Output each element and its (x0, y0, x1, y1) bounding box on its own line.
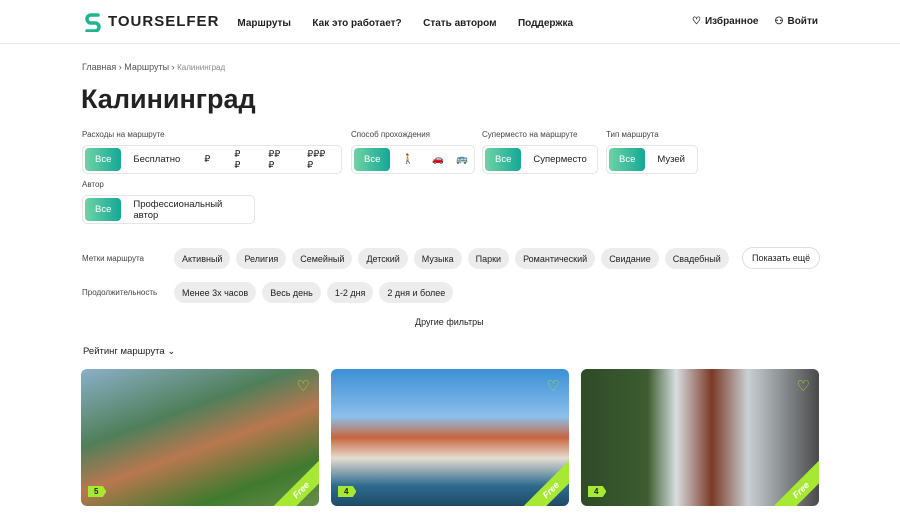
superplace-label: Суперместо на маршруте (482, 130, 578, 139)
author-all[interactable]: Все (85, 198, 122, 221)
route-card[interactable]: ♡ 4 Free (331, 369, 569, 506)
free-ribbon: Free (767, 456, 819, 506)
route-card[interactable]: ♡ 4 Free (581, 369, 819, 506)
cost-label: Расходы на маршруте (82, 130, 165, 139)
breadcrumb-routes[interactable]: Маршруты (124, 62, 169, 72)
login-label: Войти (787, 16, 818, 27)
breadcrumb-current: Калининград (177, 63, 226, 72)
nav-become-author[interactable]: Стать автором (423, 18, 496, 29)
favorite-heart-icon[interactable]: ♡ (797, 377, 810, 395)
mode-label: Способ прохождения (351, 130, 430, 139)
tags-label: Метки маршрута (82, 254, 144, 263)
tag-chip[interactable]: Свадебный (664, 248, 729, 269)
tag-chip[interactable]: Музыка (413, 248, 462, 269)
tag-chip[interactable]: Парки (467, 248, 510, 269)
logo-icon (85, 12, 101, 32)
heart-icon: ♡ (692, 16, 701, 27)
author-label: Автор (82, 180, 104, 189)
car-icon[interactable]: 🚗 (426, 148, 450, 171)
duration-row: Продолжительность Менее 3х часов Весь де… (82, 282, 459, 303)
cost-1[interactable]: ₽ (192, 148, 222, 171)
tag-chip[interactable]: Свидание (601, 248, 659, 269)
favorite-heart-icon[interactable]: ♡ (297, 377, 310, 395)
superplace-all[interactable]: Все (485, 148, 522, 171)
sort-dropdown[interactable]: Рейтинг маршрута ⌄ (83, 346, 175, 357)
nav-support[interactable]: Поддержка (518, 18, 573, 29)
other-filters-button[interactable]: Другие фильтры (415, 317, 484, 327)
rating-badge: 5 (88, 486, 107, 497)
favorite-heart-icon[interactable]: ♡ (547, 377, 560, 395)
type-all[interactable]: Все (609, 148, 646, 171)
rating-badge: 4 (338, 486, 357, 497)
user-icon: ⚇ (774, 16, 784, 27)
superplace-filter: Суперместо на маршруте Все Суперместо (482, 130, 598, 174)
cost-all[interactable]: Все (85, 148, 122, 171)
free-ribbon: Free (267, 456, 319, 506)
mode-all[interactable]: Все (354, 148, 391, 171)
walk-icon[interactable]: 🚶 (390, 148, 426, 171)
duration-chip[interactable]: 1-2 дня (326, 282, 374, 303)
logo[interactable]: TOURSELFER (84, 12, 219, 32)
nav-how-it-works[interactable]: Как это работает? (312, 18, 401, 29)
type-museum[interactable]: Музей (645, 148, 697, 171)
author-filter: Автор Все Профессиональный автор (82, 180, 255, 224)
tag-chip[interactable]: Религия (236, 248, 287, 269)
bus-icon[interactable]: 🚌 (450, 148, 474, 171)
cost-free[interactable]: Бесплатно (121, 148, 192, 171)
duration-chip[interactable]: 2 дня и более (379, 282, 454, 303)
duration-chip[interactable]: Весь день (262, 282, 321, 303)
cost-4[interactable]: ₽₽₽₽ (295, 148, 339, 171)
superplace-option[interactable]: Суперместо (521, 148, 598, 171)
favorites-link[interactable]: ♡ Избранное (692, 16, 758, 27)
author-pro[interactable]: Профессиональный автор (121, 198, 252, 221)
cost-filter: Расходы на маршруте Все Бесплатно ₽ ₽₽ ₽… (82, 130, 342, 174)
cost-3[interactable]: ₽₽₽ (256, 148, 295, 171)
login-link[interactable]: ⚇ Войти (775, 16, 819, 27)
type-filter: Тип маршрута Все Музей (606, 130, 698, 174)
duration-chip[interactable]: Менее 3х часов (174, 282, 257, 303)
type-label: Тип маршрута (606, 130, 659, 139)
tag-chip[interactable]: Романтический (515, 248, 596, 269)
tag-chip[interactable]: Семейный (292, 248, 353, 269)
page-title: Калининград (81, 84, 256, 114)
header: TOURSELFER Маршруты Как это работает? Ст… (0, 0, 900, 44)
rating-badge: 4 (588, 486, 607, 497)
mode-filter: Способ прохождения Все 🚶 🚗 🚌 (351, 130, 475, 174)
favorites-label: Избранное (704, 16, 759, 27)
duration-label: Продолжительность (82, 288, 158, 297)
show-more-button[interactable]: Показать ещё (742, 247, 821, 269)
tags-row: Метки маршрута Активный Религия Семейный… (82, 248, 735, 269)
logo-text: TOURSELFER (108, 13, 220, 30)
cost-2[interactable]: ₽₽ (222, 148, 256, 171)
nav-routes[interactable]: Маршруты (237, 18, 291, 29)
tag-chip[interactable]: Детский (358, 248, 408, 269)
free-ribbon: Free (517, 456, 569, 506)
route-card[interactable]: ♡ 5 Free (81, 369, 319, 506)
breadcrumb-home[interactable]: Главная (82, 62, 116, 72)
breadcrumb: Главная › Маршруты › Калининград (82, 62, 226, 72)
tag-chip[interactable]: Активный (174, 248, 231, 269)
